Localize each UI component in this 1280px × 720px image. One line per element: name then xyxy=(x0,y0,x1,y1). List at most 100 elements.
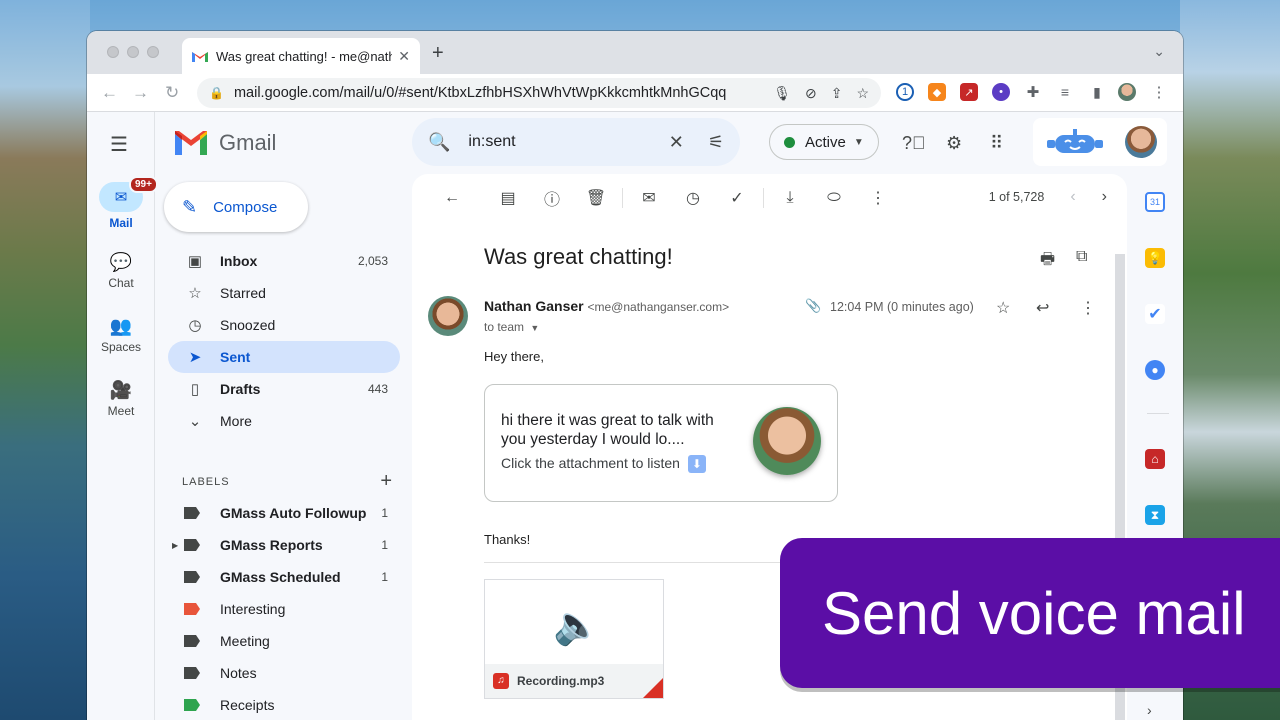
side-panel-icon[interactable]: ▮ xyxy=(1088,83,1106,101)
search-bar[interactable]: 🔍 in:sent ✕ ⚟ xyxy=(412,118,740,166)
compose-button[interactable]: ✎ Compose xyxy=(164,182,308,232)
folder-more[interactable]: ⌄ More xyxy=(168,405,400,437)
recipients-toggle[interactable]: to team ▼ xyxy=(484,320,539,334)
folder-starred[interactable]: ☆ Starred xyxy=(168,277,400,309)
search-input[interactable]: in:sent xyxy=(468,133,644,151)
share-icon[interactable]: ⇪ xyxy=(831,85,843,102)
label-name: GMass Auto Followup xyxy=(220,505,367,521)
arrow-extension-icon[interactable]: ↗ xyxy=(960,83,978,101)
folder-sent[interactable]: ➤ Sent xyxy=(168,341,400,373)
sender-photo xyxy=(753,407,821,475)
older-chevron-icon[interactable]: › xyxy=(1102,188,1107,206)
mark-unread-icon[interactable]: ✉ xyxy=(627,188,671,208)
calendar-icon[interactable]: 31 xyxy=(1145,192,1165,212)
reply-icon[interactable]: ↩ xyxy=(1036,298,1049,318)
more-vertical-icon[interactable]: ⋮ xyxy=(856,188,900,208)
browser-tab[interactable]: Was great chatting! - me@nathanganser.co… xyxy=(182,38,420,74)
extensions-puzzle-icon[interactable]: ✚ xyxy=(1024,83,1042,101)
help-icon[interactable]: ?⃝ xyxy=(902,133,926,154)
gmail-brand-text: Gmail xyxy=(219,130,277,155)
delete-trash-icon[interactable]: 🗑 xyxy=(574,188,618,208)
folder-inbox[interactable]: ▣ Inbox 2,053 xyxy=(168,245,400,277)
maximize-window-button[interactable] xyxy=(147,46,159,58)
sender-avatar[interactable] xyxy=(428,296,468,336)
status-dropdown[interactable]: Active ▼ xyxy=(769,124,879,160)
label-name: Receipts xyxy=(220,697,275,713)
open-new-window-icon[interactable]: ⧉ xyxy=(1076,248,1087,266)
minimize-window-button[interactable] xyxy=(127,46,139,58)
microphone-icon[interactable]: 🎙 xyxy=(773,85,791,102)
search-icon[interactable]: 🔍 xyxy=(428,132,450,153)
main-menu-icon[interactable]: ☰ xyxy=(110,132,128,157)
add-label-icon[interactable]: + xyxy=(380,470,392,493)
contacts-icon[interactable]: ● xyxy=(1145,360,1165,380)
eye-off-icon[interactable]: ⊘ xyxy=(805,85,817,102)
voice-message-card[interactable]: hi there it was great to talk with you y… xyxy=(484,384,838,502)
label-tag-icon xyxy=(184,539,200,551)
label-icon[interactable]: ⬭ xyxy=(812,189,856,207)
profile-avatar-icon[interactable] xyxy=(1118,83,1136,101)
reload-icon[interactable]: ↻ xyxy=(165,83,179,103)
report-spam-icon[interactable]: ⓘ xyxy=(530,186,574,210)
search-options-icon[interactable]: ⚟ xyxy=(708,132,724,153)
archive-icon[interactable]: ▤ xyxy=(486,188,530,208)
dropdown-caret-icon: ▼ xyxy=(853,136,864,148)
rail-spaces[interactable]: 👥 Spaces xyxy=(87,312,155,354)
expand-caret-icon[interactable]: ▶ xyxy=(172,541,178,550)
rail-meet[interactable]: 🎥 Meet xyxy=(87,376,155,418)
new-tab-icon[interactable]: + xyxy=(432,42,444,65)
apps-grid-icon[interactable]: ⠿ xyxy=(990,133,1003,154)
label-item[interactable]: Meeting xyxy=(168,625,400,657)
gmail-logo[interactable]: Gmail xyxy=(175,130,276,156)
folder-snoozed[interactable]: ◷ Snoozed xyxy=(168,309,400,341)
reading-list-icon[interactable]: ≡ xyxy=(1056,83,1074,101)
rail-spaces-label: Spaces xyxy=(100,340,142,354)
metamask-extension-icon[interactable]: ◆ xyxy=(928,83,946,101)
label-item[interactable]: ▶ GMass Reports 1 xyxy=(168,529,400,561)
tasks-icon[interactable]: ✔ xyxy=(1145,304,1165,324)
attachment-tile[interactable]: 🔈 ♫ Recording.mp3 xyxy=(484,579,664,699)
hourglass-addon-icon[interactable]: ⧗ xyxy=(1145,505,1165,525)
gmass-addon-icon[interactable]: ⌂ xyxy=(1145,449,1165,469)
snooze-clock-icon[interactable]: ◷ xyxy=(671,188,715,208)
star-message-icon[interactable]: ☆ xyxy=(996,298,1010,318)
url-text: mail.google.com/mail/u/0/#sent/KtbxLzfhb… xyxy=(233,85,727,101)
add-task-icon[interactable]: ✓ xyxy=(715,188,759,208)
rail-mail[interactable]: ✉ 99+ Mail xyxy=(87,176,158,230)
chat-extension-icon[interactable]: • xyxy=(992,83,1010,101)
message-more-icon[interactable]: ⋮ xyxy=(1080,298,1096,318)
promo-banner: Send voice mail xyxy=(780,538,1280,688)
keep-notes-icon[interactable]: 💡 xyxy=(1145,248,1165,268)
label-item[interactable]: GMass Scheduled 1 xyxy=(168,561,400,593)
settings-gear-icon[interactable]: ⚙ xyxy=(946,133,962,154)
rail-chat[interactable]: 💬 Chat xyxy=(87,248,155,290)
newer-chevron-icon[interactable]: ‹ xyxy=(1070,188,1075,206)
file-corner-icon xyxy=(643,678,663,698)
compose-label: Compose xyxy=(213,198,278,216)
close-window-button[interactable] xyxy=(107,46,119,58)
password-manager-extension-icon[interactable]: 1 xyxy=(896,83,914,101)
print-icon[interactable]: 🖶 xyxy=(1040,248,1055,275)
label-item[interactable]: Notes xyxy=(168,657,400,689)
back-icon[interactable]: ← xyxy=(101,83,118,103)
label-item[interactable]: Interesting xyxy=(168,593,400,625)
robot-assistant-icon[interactable] xyxy=(1043,127,1107,157)
close-tab-icon[interactable]: ✕ xyxy=(398,48,410,65)
bookmark-star-icon[interactable]: ☆ xyxy=(856,85,869,102)
label-item[interactable]: GMass Auto Followup 1 xyxy=(168,497,400,529)
move-to-icon[interactable]: ⤓ xyxy=(768,189,812,207)
folder-drafts[interactable]: ▯ Drafts 443 xyxy=(168,373,400,405)
browser-menu-icon[interactable]: ⋮ xyxy=(1150,83,1168,101)
paperclip-icon: 📎 xyxy=(805,298,822,313)
tab-search-chevron-icon[interactable]: ⌄ xyxy=(1153,43,1165,60)
folder-count: 443 xyxy=(367,382,388,396)
lock-icon[interactable]: 🔒 xyxy=(209,86,224,100)
url-field[interactable]: 🔒 mail.google.com/mail/u/0/#sent/KtbxLzf… xyxy=(197,78,881,108)
expand-panel-chevron-icon[interactable]: › xyxy=(1147,702,1152,718)
label-item[interactable]: Receipts xyxy=(168,689,400,720)
account-avatar[interactable] xyxy=(1125,126,1157,158)
audio-file-icon: ♫ xyxy=(493,673,509,689)
back-arrow-icon[interactable]: ← xyxy=(430,189,474,207)
clear-search-icon[interactable]: ✕ xyxy=(669,132,684,153)
forward-icon[interactable]: → xyxy=(132,83,149,103)
